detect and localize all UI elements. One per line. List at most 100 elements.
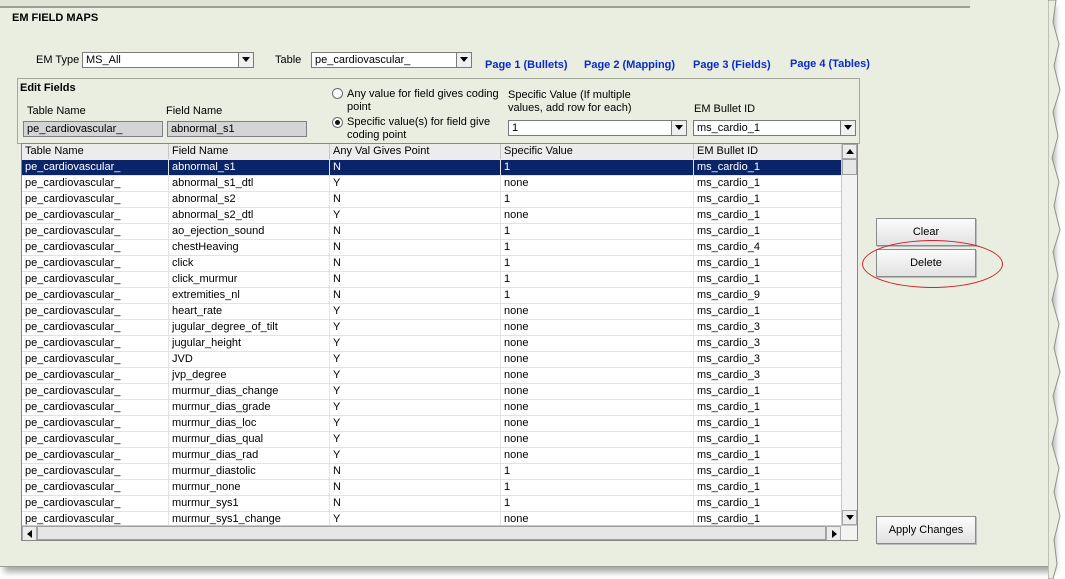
- column-header[interactable]: Field Name: [169, 144, 330, 159]
- radio-specific-value-label: Specific value(s) for field give coding …: [347, 116, 491, 141]
- cell-specific-value: none: [501, 208, 694, 223]
- table-row[interactable]: pe_cardiovascular_ murmur_dias_loc Ynone ms…: [22, 416, 842, 432]
- cell-any-val: N: [330, 192, 501, 207]
- table-row[interactable]: pe_cardiovascular_ murmur_diastolic N 1 ms_c…: [22, 464, 842, 480]
- em-type-dropdown-button[interactable]: [238, 53, 253, 67]
- cell-field-name: extremities_nl: [169, 288, 330, 303]
- horizontal-scroll-thumb[interactable]: [37, 526, 826, 540]
- cell-bullet-id: ms_cardio_1: [694, 464, 842, 479]
- table-row[interactable]: pe_cardiovascular_ abnormal_s1_dtl Ynone ms…: [22, 176, 842, 192]
- cell-field-name: chestHeaving: [169, 240, 330, 255]
- radio-specific-value[interactable]: [332, 117, 343, 128]
- scroll-left-button[interactable]: [22, 526, 37, 540]
- cell-specific-value: none: [501, 384, 694, 399]
- table-row[interactable]: pe_cardiovascular_ chestHeaving N 1 ms_cardi…: [22, 240, 842, 256]
- cell-specific-value: 1: [501, 192, 694, 207]
- column-header[interactable]: Table Name: [22, 144, 169, 159]
- cell-bullet-id: ms_cardio_1: [694, 432, 842, 447]
- radio-any-value-label: Any value for field gives coding point: [347, 88, 499, 113]
- cell-any-val: N: [330, 464, 501, 479]
- cell-any-val: Y: [330, 352, 501, 367]
- cell-any-val: Y: [330, 416, 501, 431]
- delete-highlight-annotation: [862, 240, 1003, 288]
- horizontal-scrollbar[interactable]: [22, 525, 857, 540]
- cell-field-name: JVD: [169, 352, 330, 367]
- radio-any-value[interactable]: [332, 88, 343, 99]
- table-name-field: pe_cardiovascular_: [23, 121, 163, 137]
- page-1-link[interactable]: Page 1 (Bullets): [485, 59, 568, 71]
- torn-edge-decoration: [1048, 0, 1061, 579]
- cell-field-name: murmur_dias_grade: [169, 400, 330, 415]
- cell-table-name: pe_cardiovascular_: [22, 240, 169, 255]
- specific-value-select[interactable]: 1: [508, 120, 687, 136]
- cell-any-val: N: [330, 224, 501, 239]
- table-row[interactable]: pe_cardiovascular_ jugular_degree_of_tilt…: [22, 320, 842, 336]
- table-row[interactable]: pe_cardiovascular_ murmur_sys1 N 1 ms_cardio…: [22, 496, 842, 512]
- cell-field-name: abnormal_s1: [169, 160, 330, 175]
- cell-any-val: Y: [330, 368, 501, 383]
- cell-specific-value: none: [501, 176, 694, 191]
- cell-any-val: N: [330, 160, 501, 175]
- page-2-link[interactable]: Page 2 (Mapping): [584, 59, 675, 71]
- table-row[interactable]: pe_cardiovascular_ jugular_height Ynone ms_…: [22, 336, 842, 352]
- cell-field-name: jvp_degree: [169, 368, 330, 383]
- table-row[interactable]: pe_cardiovascular_ murmur_dias_rad Ynone ms…: [22, 448, 842, 464]
- cell-field-name: murmur_dias_qual: [169, 432, 330, 447]
- table-row[interactable]: pe_cardiovascular_ abnormal_s2_dtl Ynone ms…: [22, 208, 842, 224]
- cell-field-name: murmur_none: [169, 480, 330, 495]
- table-row[interactable]: pe_cardiovascular_ abnormal_s2 N 1 ms_cardio…: [22, 192, 842, 208]
- cell-bullet-id: ms_cardio_1: [694, 448, 842, 463]
- table-row[interactable]: pe_cardiovascular_ abnormal_s1 N 1 ms_cardio…: [22, 160, 842, 176]
- cell-table-name: pe_cardiovascular_: [22, 160, 169, 175]
- cell-specific-value: none: [501, 432, 694, 447]
- table-dropdown-button[interactable]: [456, 53, 471, 67]
- cell-bullet-id: ms_cardio_3: [694, 336, 842, 351]
- table-row[interactable]: pe_cardiovascular_ murmur_dias_qual Ynone m…: [22, 432, 842, 448]
- table-name-label: Table Name: [27, 105, 86, 117]
- field-map-grid: Table Name Field Name Any Val Gives Poin…: [21, 143, 858, 541]
- table-row[interactable]: pe_cardiovascular_ heart_rate Ynone ms_card…: [22, 304, 842, 320]
- em-type-select[interactable]: MS_All: [82, 52, 254, 68]
- table-row[interactable]: pe_cardiovascular_ murmur_none N 1 ms_cardio…: [22, 480, 842, 496]
- specific-value-dropdown-button[interactable]: [671, 121, 686, 135]
- cell-any-val: Y: [330, 304, 501, 319]
- cell-table-name: pe_cardiovascular_: [22, 448, 169, 463]
- page-4-link[interactable]: Page 4 (Tables): [790, 58, 870, 70]
- vertical-scrollbar[interactable]: [841, 144, 857, 525]
- table-row[interactable]: pe_cardiovascular_ JVD Ynone ms_cardio_3: [22, 352, 842, 368]
- cell-any-val: N: [330, 256, 501, 271]
- cell-bullet-id: ms_cardio_3: [694, 368, 842, 383]
- cell-table-name: pe_cardiovascular_: [22, 416, 169, 431]
- cell-table-name: pe_cardiovascular_: [22, 256, 169, 271]
- cell-any-val: Y: [330, 400, 501, 415]
- cell-specific-value: none: [501, 336, 694, 351]
- cell-bullet-id: ms_cardio_1: [694, 400, 842, 415]
- bullet-id-dropdown-button[interactable]: [840, 121, 855, 135]
- table-row[interactable]: pe_cardiovascular_ jvp_degree Ynone ms_card…: [22, 368, 842, 384]
- column-header[interactable]: Any Val Gives Point: [330, 144, 501, 159]
- vertical-scroll-thumb[interactable]: [842, 159, 857, 175]
- chevron-down-icon: [460, 57, 468, 62]
- scroll-down-button[interactable]: [842, 510, 857, 525]
- column-header[interactable]: Specific Value: [501, 144, 694, 159]
- cell-any-val: N: [330, 240, 501, 255]
- table-row[interactable]: pe_cardiovascular_ click_murmur N 1 ms_cardi…: [22, 272, 842, 288]
- cell-specific-value: none: [501, 400, 694, 415]
- table-row[interactable]: pe_cardiovascular_ ao_ejection_sound N 1 ms_…: [22, 224, 842, 240]
- cell-field-name: murmur_dias_change: [169, 384, 330, 399]
- column-header[interactable]: EM Bullet ID: [694, 144, 842, 159]
- table-row[interactable]: pe_cardiovascular_ click N 1 ms_cardio_1: [22, 256, 842, 272]
- cell-field-name: abnormal_s2: [169, 192, 330, 207]
- cell-bullet-id: ms_cardio_1: [694, 192, 842, 207]
- table-row[interactable]: pe_cardiovascular_ murmur_dias_change Ynon…: [22, 384, 842, 400]
- table-select[interactable]: pe_cardiovascular_: [311, 52, 472, 68]
- scroll-right-button[interactable]: [826, 526, 841, 540]
- window-title: EM FIELD MAPS: [12, 12, 99, 24]
- page-3-link[interactable]: Page 3 (Fields): [693, 59, 771, 71]
- table-row[interactable]: pe_cardiovascular_ extremities_nl N 1 ms_car…: [22, 288, 842, 304]
- table-row[interactable]: pe_cardiovascular_ murmur_dias_grade Ynone…: [22, 400, 842, 416]
- scroll-up-button[interactable]: [842, 144, 857, 159]
- arrow-right-icon: [832, 530, 837, 538]
- apply-changes-button[interactable]: Apply Changes: [876, 516, 976, 544]
- bullet-id-select[interactable]: ms_cardio_1: [693, 120, 856, 136]
